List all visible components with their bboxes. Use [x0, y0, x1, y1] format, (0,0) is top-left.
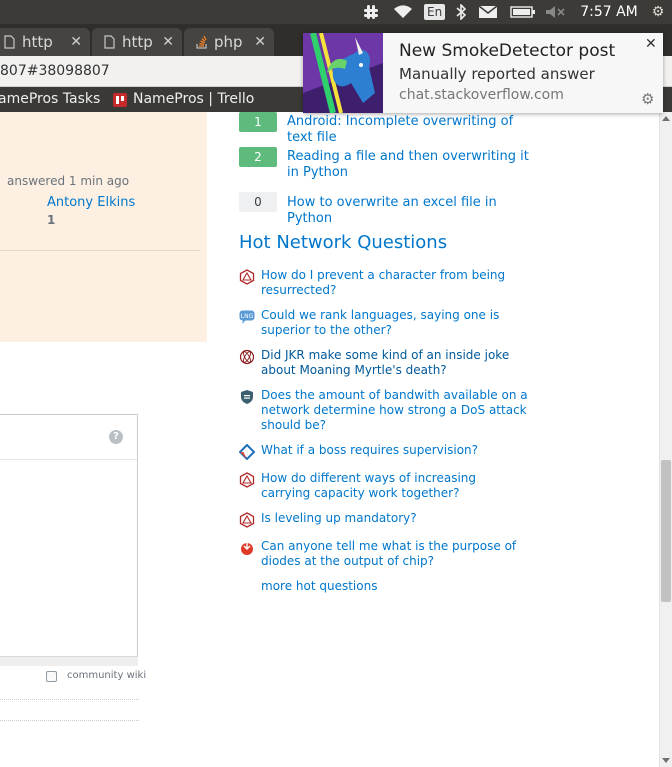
bluetooth-icon[interactable] [453, 0, 469, 24]
system-top-bar: En 7:57 AM ⚙ [0, 0, 672, 24]
wifi-icon[interactable] [392, 0, 414, 24]
hot-network-questions-heading: Hot Network Questions [239, 232, 448, 253]
answer-highlight-box [0, 112, 207, 342]
keyboard-layout-label: En [424, 4, 446, 20]
scroll-down-arrow-icon[interactable] [662, 758, 670, 763]
more-hot-questions-link[interactable]: more hot questions [261, 579, 377, 593]
hot-question-link[interactable]: Can anyone tell me what is the purpose o… [261, 539, 529, 569]
url-text[interactable]: 807#38098807 [0, 63, 110, 79]
related-question-score: 2 [239, 147, 277, 167]
slack-icon[interactable] [361, 0, 381, 24]
hot-question-link[interactable]: Does the amount of bandwith available on… [261, 388, 529, 433]
page-icon [4, 35, 15, 49]
hot-question-link[interactable]: How do different ways of increasing carr… [261, 471, 529, 501]
tab-label: php [214, 33, 243, 51]
related-question-link[interactable]: Android: Incomplete overwriting of text … [287, 114, 532, 146]
related-question-score: 0 [239, 192, 277, 212]
scifi-atom-icon [239, 349, 255, 365]
browser-tab[interactable]: http ✕ [0, 28, 90, 56]
notification-settings-icon[interactable]: ⚙ [641, 90, 654, 108]
related-question-score: 1 [239, 112, 277, 132]
rpg-d20-icon [239, 269, 255, 285]
rpg-d20-icon [239, 512, 255, 528]
dotted-divider [0, 699, 139, 700]
power-gear-icon[interactable]: ⚙ [648, 0, 668, 24]
editor-resize-grip[interactable] [0, 656, 138, 666]
tab-label: http [122, 33, 153, 51]
browser-tab[interactable]: http ✕ [92, 28, 182, 56]
hot-question-link[interactable]: What if a boss requires supervision? [261, 443, 529, 458]
mail-icon[interactable] [477, 0, 499, 24]
editor-toolbar-divider [0, 459, 137, 460]
tab-label: http [22, 33, 53, 51]
notification-source: chat.stackoverflow.com [399, 87, 564, 103]
trello-icon [113, 93, 127, 107]
notification-title: New SmokeDetector post [399, 41, 616, 61]
editor-help-icon[interactable]: ? [109, 430, 123, 444]
volume-muted-icon[interactable] [544, 0, 566, 24]
related-question-link[interactable]: Reading a file and then overwriting it i… [287, 149, 532, 181]
scrollbar-thumb[interactable] [661, 460, 671, 602]
related-question-link[interactable]: How to overwrite an excel file in Python [287, 195, 532, 227]
hot-question-link[interactable]: Is leveling up mandatory? [261, 511, 529, 526]
dotted-divider [0, 720, 139, 721]
stackoverflow-icon [196, 35, 207, 49]
security-shield-icon [241, 390, 253, 404]
answer-divider [0, 250, 200, 251]
community-wiki-checkbox[interactable] [46, 671, 57, 682]
smokedetector-unicorn-image [303, 33, 383, 113]
keyboard-layout-indicator[interactable]: En [424, 0, 446, 24]
bookmark-namepros-trello[interactable]: NamePros | Trello [133, 87, 254, 112]
notification-close-icon[interactable]: ✕ [645, 36, 657, 52]
bookmark-namepros-tasks[interactable]: amePros Tasks [0, 87, 100, 112]
answer-user-reputation: 1 [47, 213, 56, 227]
answer-editor[interactable] [0, 414, 138, 666]
answer-user-name[interactable]: Antony Elkins [47, 195, 135, 210]
page-scrollbar[interactable] [659, 112, 672, 767]
hot-question-link[interactable]: Could we rank languages, saying one is s… [261, 308, 529, 338]
tab-close-icon[interactable]: ✕ [70, 28, 82, 56]
clock[interactable]: 7:57 AM [580, 0, 638, 24]
electronics-icon [241, 542, 253, 555]
tab-close-icon[interactable]: ✕ [254, 28, 266, 56]
tab-close-icon[interactable]: ✕ [162, 28, 174, 56]
hot-question-link[interactable]: How do I prevent a character from being … [261, 268, 529, 298]
page-icon [104, 35, 115, 49]
desktop-notification[interactable]: New SmokeDetector post Manually reported… [303, 33, 663, 113]
scroll-up-arrow-icon[interactable] [662, 116, 670, 121]
notification-body: Manually reported answer [399, 65, 595, 83]
workplace-diamond-icon [239, 444, 255, 460]
hot-question-link[interactable]: Did JKR make some kind of an inside joke… [261, 348, 529, 378]
linguistics-lng-icon: LNG [239, 310, 255, 324]
svg-text:LNG: LNG [241, 313, 254, 320]
answered-time: answered 1 min ago [7, 174, 130, 188]
battery-icon[interactable] [509, 0, 537, 24]
community-wiki-label: community wiki [67, 670, 147, 681]
browser-tab[interactable]: php ✕ [184, 28, 274, 56]
rpg-d20-icon [239, 472, 255, 488]
